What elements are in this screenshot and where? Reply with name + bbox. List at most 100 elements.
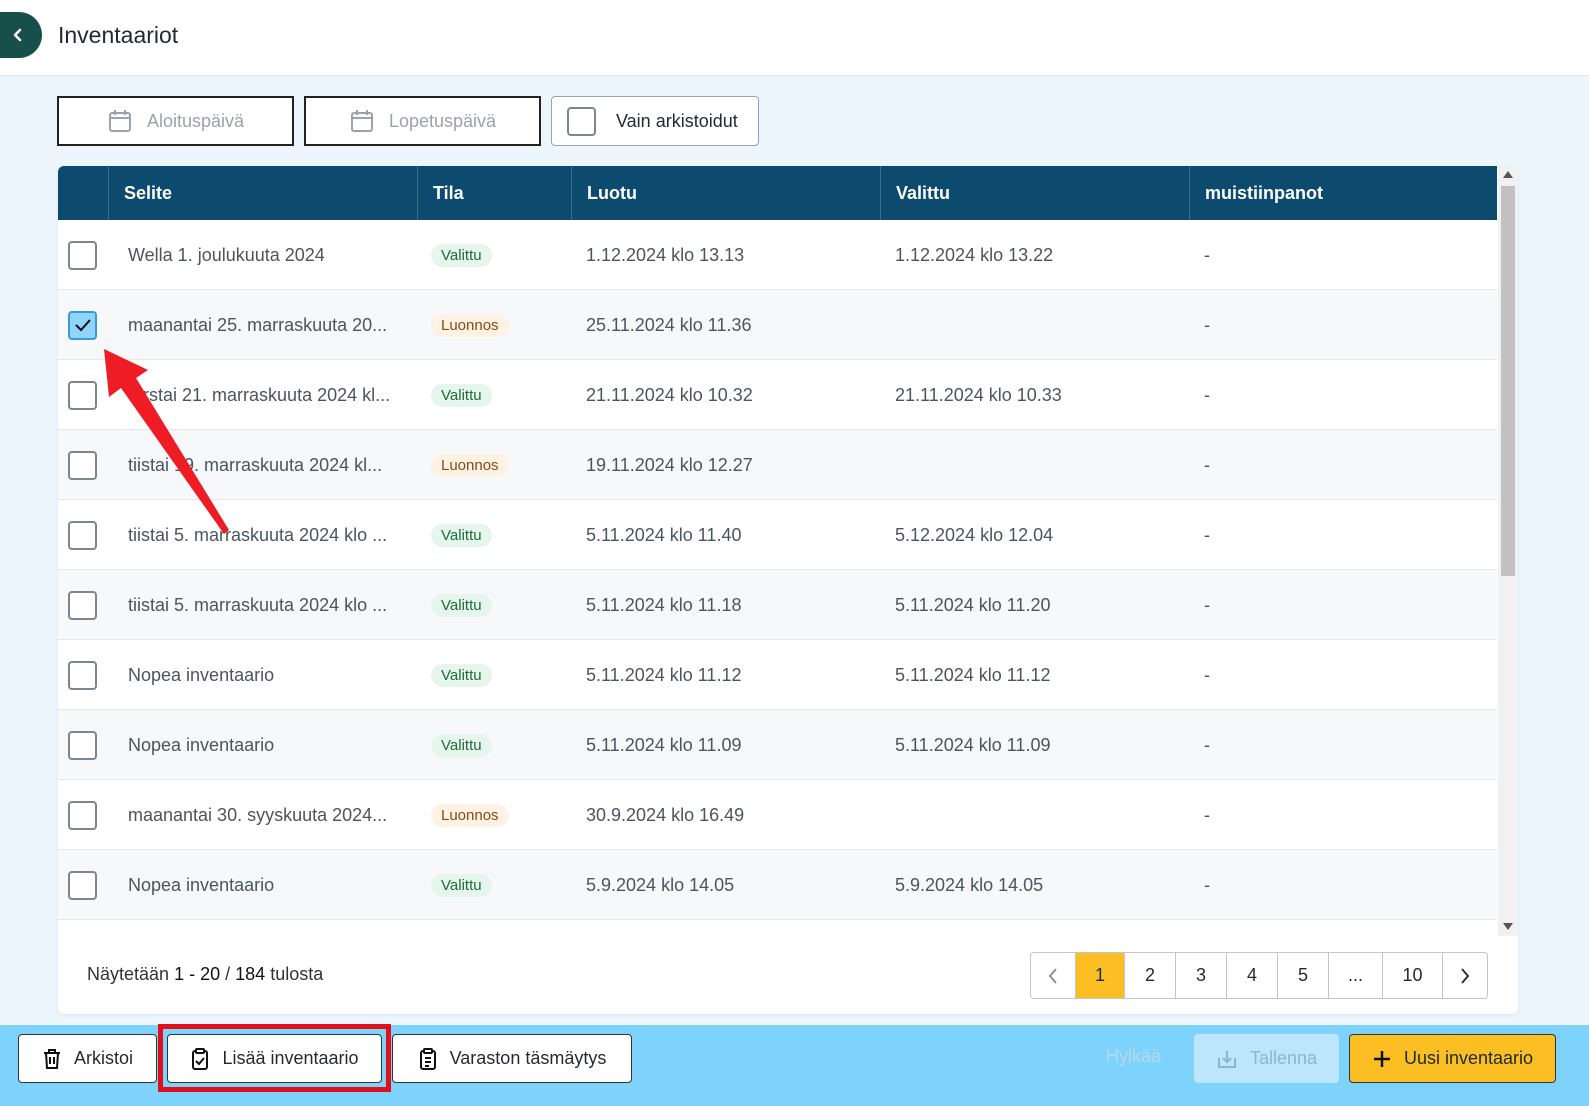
table-row[interactable]: torstai 21. marraskuuta 2024 kl... Valitt… — [58, 360, 1497, 430]
table-row[interactable]: Nopea inventaario Valittu 5.11.2024 klo 11… — [58, 710, 1497, 780]
cell-luotu: 5.11.2024 klo 11.18 — [586, 594, 742, 615]
column-header-tila[interactable]: Tila — [417, 166, 571, 220]
cell-selite: Nopea inventaario — [128, 734, 275, 755]
cell-muistiinpanot: - — [1204, 244, 1210, 265]
row-checkbox[interactable] — [68, 240, 97, 270]
row-checkbox[interactable] — [68, 800, 97, 830]
table-row[interactable]: maanantai 30. syyskuuta 2024... Luonnos 30… — [58, 780, 1497, 850]
cell-selite: tiistai 19. marraskuuta 2024 kl... — [128, 454, 383, 475]
cell-selite: maanantai 25. marraskuuta 20... — [128, 314, 388, 335]
cell-valittu: 5.12.2024 klo 12.04 — [895, 524, 1054, 545]
pagination-page-1[interactable]: 1 — [1076, 953, 1125, 998]
back-button[interactable] — [0, 12, 42, 58]
new-inventory-label: Uusi inventaario — [1403, 1048, 1534, 1068]
table-row[interactable]: Wella 1. joulukuuta 2024 Valittu 1.12.2024… — [58, 220, 1497, 290]
row-checkbox[interactable] — [68, 590, 97, 620]
download-tray-icon — [1217, 1050, 1236, 1068]
cell-luotu: 19.11.2024 klo 12.27 — [586, 454, 753, 475]
cell-muistiinpanot: - — [1204, 454, 1210, 475]
table-row[interactable]: Nopea inventaario Valittu 5.11.2024 klo 11… — [58, 640, 1497, 710]
cell-selite: tiistai 5. marraskuuta 2024 klo ... — [128, 594, 388, 615]
row-checkbox-cell — [68, 360, 98, 430]
chevron-right-icon — [1461, 967, 1470, 984]
pagination-page-2[interactable]: 2 — [1125, 953, 1176, 998]
scroll-thumb[interactable] — [1501, 186, 1515, 576]
scroll-down-arrow-icon[interactable] — [1503, 923, 1513, 930]
cell-muistiinpanot: - — [1204, 734, 1210, 755]
start-date-filter[interactable]: Aloituspäivä — [57, 96, 294, 146]
table-row[interactable]: tiistai 19. marraskuuta 2024 kl... Luonno… — [58, 430, 1497, 500]
archived-only-checkbox[interactable] — [567, 106, 596, 136]
reject-button[interactable]: Hylkää — [1106, 1046, 1161, 1067]
pagination-prev-button[interactable] — [1031, 953, 1076, 998]
cell-luotu: 5.11.2024 klo 11.09 — [586, 734, 742, 755]
cell-muistiinpanot: - — [1204, 594, 1210, 615]
archived-only-toggle[interactable]: Vain arkistoidut — [551, 96, 759, 146]
pagination-page-10[interactable]: 10 — [1383, 953, 1443, 998]
cell-selite: maanantai 30. syyskuuta 2024... — [128, 804, 388, 825]
status-badge: Luonnos — [431, 453, 509, 477]
cell-valittu: 5.11.2024 klo 11.09 — [895, 734, 1051, 755]
pagination-next-button[interactable] — [1443, 953, 1487, 998]
calendar-icon — [350, 110, 373, 132]
status-badge: Valittu — [431, 663, 492, 687]
row-checkbox[interactable] — [68, 730, 97, 760]
row-checkbox-cell — [68, 220, 98, 290]
chevron-left-icon — [13, 28, 22, 42]
pagination-page-3[interactable]: 3 — [1176, 953, 1227, 998]
row-checkbox-cell — [68, 570, 98, 640]
column-header-selite[interactable]: Selite — [108, 166, 417, 220]
save-button[interactable]: Tallenna — [1194, 1034, 1339, 1083]
table-scrollbar[interactable] — [1498, 166, 1518, 936]
row-checkbox[interactable] — [68, 660, 97, 690]
row-checkbox[interactable] — [68, 520, 97, 550]
pagination-ellipsis[interactable]: ... — [1329, 953, 1383, 998]
pagination-page-5[interactable]: 5 — [1278, 953, 1329, 998]
cell-luotu: 5.11.2024 klo 11.12 — [586, 664, 742, 685]
pagination-page-4[interactable]: 4 — [1227, 953, 1278, 998]
archived-only-label: Vain arkistoidut — [616, 110, 738, 131]
cell-tila: Luonnos — [431, 430, 509, 500]
status-badge: Valittu — [431, 593, 492, 617]
column-header-luotu[interactable]: Luotu — [571, 166, 880, 220]
cell-valittu: 21.11.2024 klo 10.33 — [895, 384, 1062, 405]
stock-reconciliation-button[interactable]: Varaston täsmäytys — [392, 1034, 632, 1083]
end-date-label: Lopetuspäivä — [388, 110, 497, 131]
column-header-muistiinpanot[interactable]: muistiinpanot — [1189, 166, 1497, 220]
cell-selite: tiistai 5. marraskuuta 2024 klo ... — [128, 524, 388, 545]
clipboard-check-icon — [192, 1047, 209, 1070]
table-row[interactable]: maanantai 25. marraskuuta 20... Luonnos 25… — [58, 290, 1497, 360]
cell-tila: Valittu — [431, 640, 492, 710]
table-row[interactable]: tiistai 5. marraskuuta 2024 klo ... Valit… — [58, 570, 1497, 640]
row-checkbox-cell — [68, 850, 98, 920]
status-badge: Valittu — [431, 873, 492, 897]
table-row[interactable]: tiistai 5. marraskuuta 2024 klo ... Valit… — [58, 500, 1497, 570]
cell-valittu: 5.11.2024 klo 11.20 — [895, 594, 1051, 615]
new-inventory-button[interactable]: Uusi inventaario — [1349, 1034, 1556, 1083]
results-summary: Näytetään 1 - 20 / 184 tulosta — [87, 964, 323, 985]
cell-muistiinpanot: - — [1204, 804, 1210, 825]
archive-button[interactable]: Arkistoi — [18, 1034, 157, 1083]
save-label: Tallenna — [1249, 1048, 1318, 1068]
trash-icon — [43, 1048, 60, 1069]
cell-luotu: 25.11.2024 klo 11.36 — [586, 314, 752, 335]
add-inventory-button[interactable]: Lisää inventaario — [167, 1034, 382, 1083]
row-checkbox[interactable] — [68, 310, 97, 340]
end-date-filter[interactable]: Lopetuspäivä — [304, 96, 541, 146]
bottom-action-bar: Arkistoi Lisää inventaario Varaston täsm… — [0, 1024, 1589, 1106]
start-date-label: Aloituspäivä — [146, 110, 245, 131]
cell-muistiinpanot: - — [1204, 664, 1210, 685]
cell-valittu: 1.12.2024 klo 13.22 — [895, 244, 1054, 265]
archive-label: Arkistoi — [73, 1048, 133, 1068]
column-header-valittu[interactable]: Valittu — [880, 166, 1189, 220]
status-badge: Valittu — [431, 733, 492, 757]
table-row[interactable]: Nopea inventaario Valittu 5.9.2024 klo 14.… — [58, 850, 1497, 920]
row-checkbox[interactable] — [68, 870, 97, 900]
status-badge: Luonnos — [431, 313, 509, 337]
cell-muistiinpanot: - — [1204, 384, 1210, 405]
inventory-table: Selite Tila Luotu Valittu muistiinpanot … — [58, 166, 1518, 1014]
row-checkbox[interactable] — [68, 380, 97, 410]
scroll-up-arrow-icon[interactable] — [1503, 171, 1513, 178]
row-checkbox[interactable] — [68, 450, 97, 480]
cell-luotu: 1.12.2024 klo 13.13 — [586, 244, 745, 265]
